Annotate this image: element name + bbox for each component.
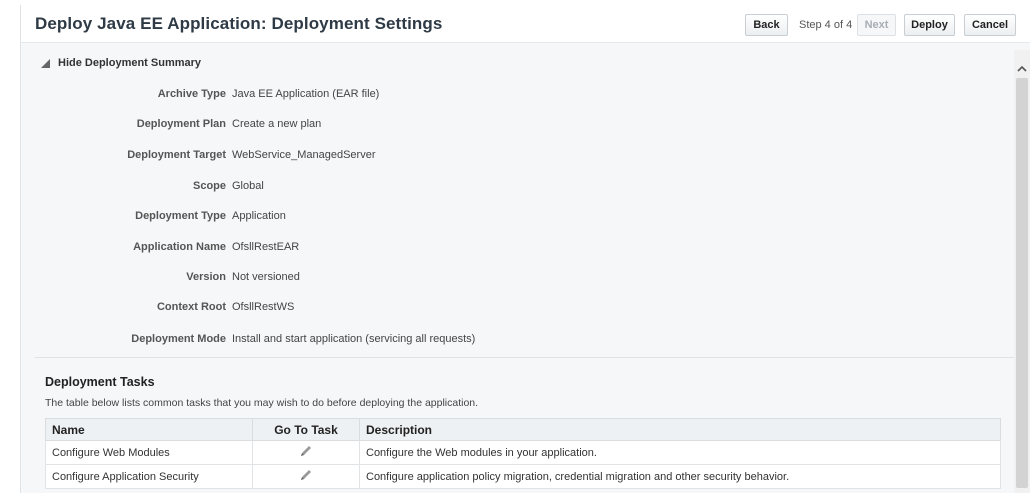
task-description: Configure application policy migration, … [359,464,1001,489]
task-description: Configure the Web modules in your applic… [359,440,1001,465]
scrollbar-thumb[interactable] [1016,78,1028,488]
summary-label: Deployment Target [127,149,226,161]
column-header-name[interactable]: Name [45,418,253,441]
summary-row-application-name: Application Name OfsllRestEAR [21,241,781,257]
summary-value: WebService_ManagedServer [232,149,376,161]
summary-value: Java EE Application (EAR file) [232,88,380,100]
table-row: Configure Web Modules Configure the Web … [45,440,1001,465]
hide-deployment-summary-toggle[interactable]: Hide Deployment Summary [41,57,201,69]
task-name: Configure Web Modules [45,440,253,465]
summary-row-deployment-type: Deployment Type Application [21,210,781,226]
deploy-button[interactable]: Deploy [904,14,955,36]
go-to-task-cell [252,440,360,465]
summary-row-version: Version Not versioned [21,271,781,287]
summary-row-deployment-target: Deployment Target WebService_ManagedServ… [21,149,781,165]
summary-value: Create a new plan [232,118,322,130]
task-name: Configure Application Security [45,464,253,489]
go-to-task-cell [252,464,360,489]
deployment-tasks-description: The table below lists common tasks that … [45,397,479,409]
table-header-row: Name Go To Task Description [45,418,1001,441]
section-divider [35,357,1015,358]
summary-label: Archive Type [157,88,226,100]
summary-toggle-label: Hide Deployment Summary [58,57,202,69]
vertical-scrollbar[interactable] [1014,50,1030,493]
back-button[interactable]: Back [745,14,788,36]
summary-row-scope: Scope Global [21,180,781,196]
collapse-triangle-icon [41,58,50,68]
summary-label: Context Root [156,301,226,313]
deployment-tasks-table: Name Go To Task Description Configure We… [45,418,1001,489]
deployment-tasks-heading: Deployment Tasks [45,375,155,389]
page-title: Deploy Java EE Application: Deployment S… [35,14,443,33]
summary-value: OfsllRestWS [232,301,295,313]
summary-value: Application [232,210,286,222]
summary-row-deployment-mode: Deployment Mode Install and start applic… [21,333,781,349]
summary-label: Application Name [133,241,226,253]
page-header: Deploy Java EE Application: Deployment S… [21,5,1030,43]
summary-label: Deployment Type [135,210,226,222]
step-indicator: Step 4 of 4 [799,19,853,31]
table-row: Configure Application Security Configure… [45,464,1001,489]
column-header-description[interactable]: Description [359,418,1001,441]
summary-label: Deployment Mode [131,333,226,345]
summary-value: Global [232,180,264,192]
next-button[interactable]: Next [857,14,896,36]
column-header-go-to-task[interactable]: Go To Task [252,418,360,441]
summary-value: Not versioned [232,271,300,283]
summary-row-archive-type: Archive Type Java EE Application (EAR fi… [21,88,781,104]
deployment-settings-page: Deploy Java EE Application: Deployment S… [20,5,1030,493]
summary-value: Install and start application (servicing… [232,333,476,345]
chevron-up-icon[interactable] [1017,60,1027,72]
summary-label: Version [186,271,226,283]
pencil-icon[interactable] [298,467,314,486]
summary-row-context-root: Context Root OfsllRestWS [21,301,781,317]
pencil-icon[interactable] [298,443,314,462]
summary-label: Scope [192,180,226,192]
cancel-button[interactable]: Cancel [964,14,1016,36]
summary-value: OfsllRestEAR [232,241,300,253]
summary-row-deployment-plan: Deployment Plan Create a new plan [21,118,781,134]
summary-label: Deployment Plan [136,118,226,130]
